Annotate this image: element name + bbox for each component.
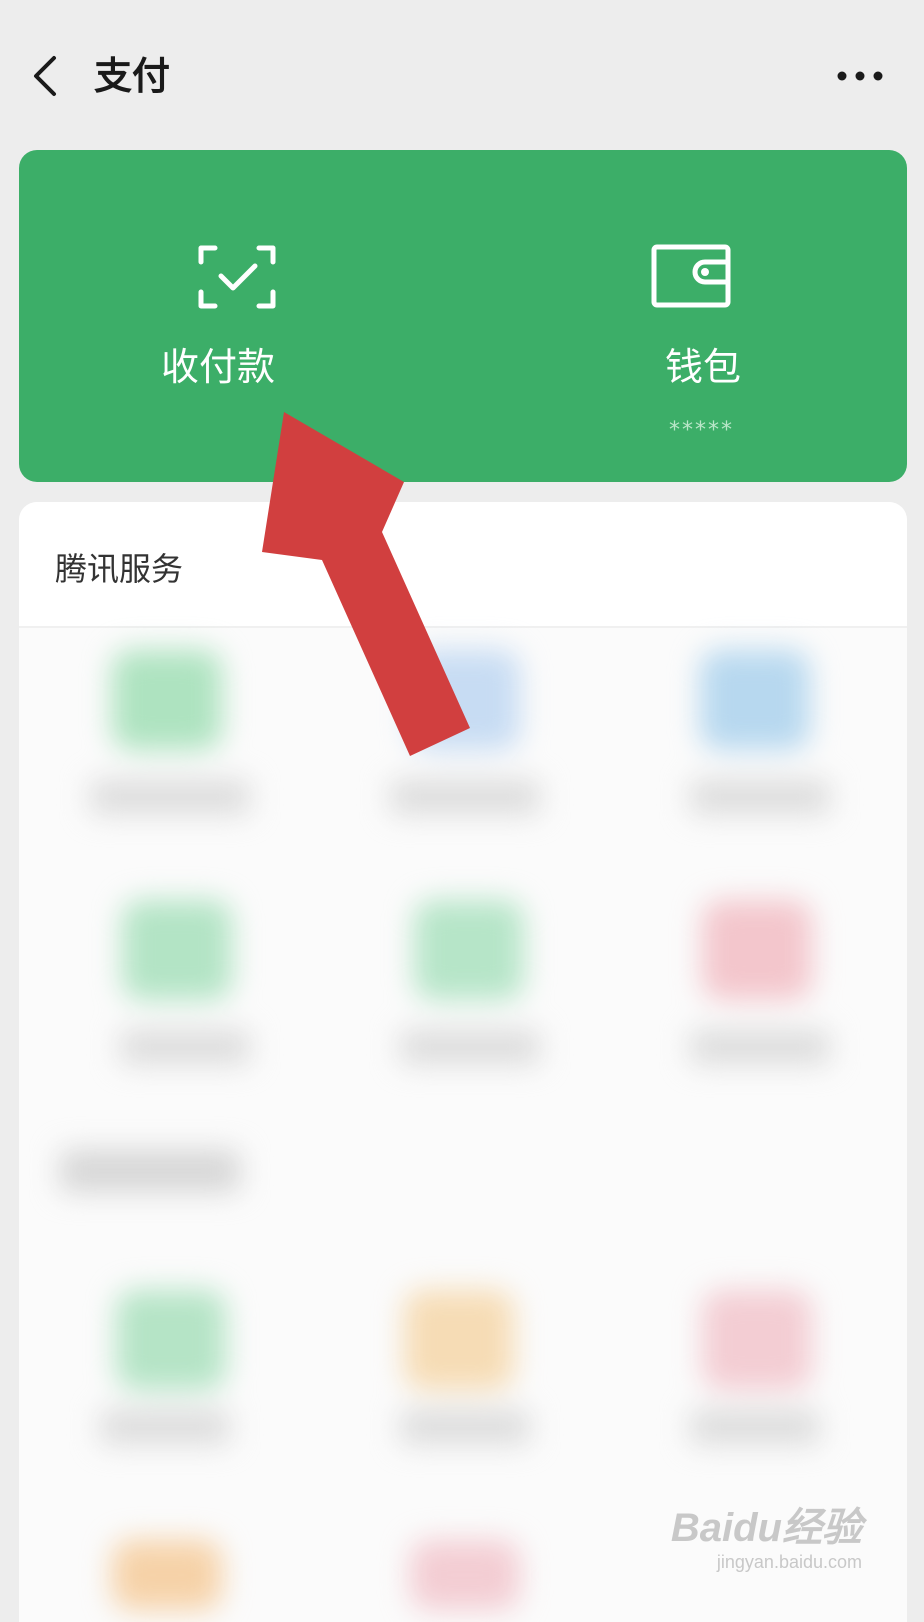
red-arrow-annotation bbox=[262, 412, 470, 756]
watermark-url: jingyan.baidu.com bbox=[716, 1552, 862, 1572]
baidu-watermark: Baidu经验 jingyan.baidu.com bbox=[671, 1506, 862, 1574]
watermark-brand: Baidu经验 bbox=[670, 1506, 862, 1550]
